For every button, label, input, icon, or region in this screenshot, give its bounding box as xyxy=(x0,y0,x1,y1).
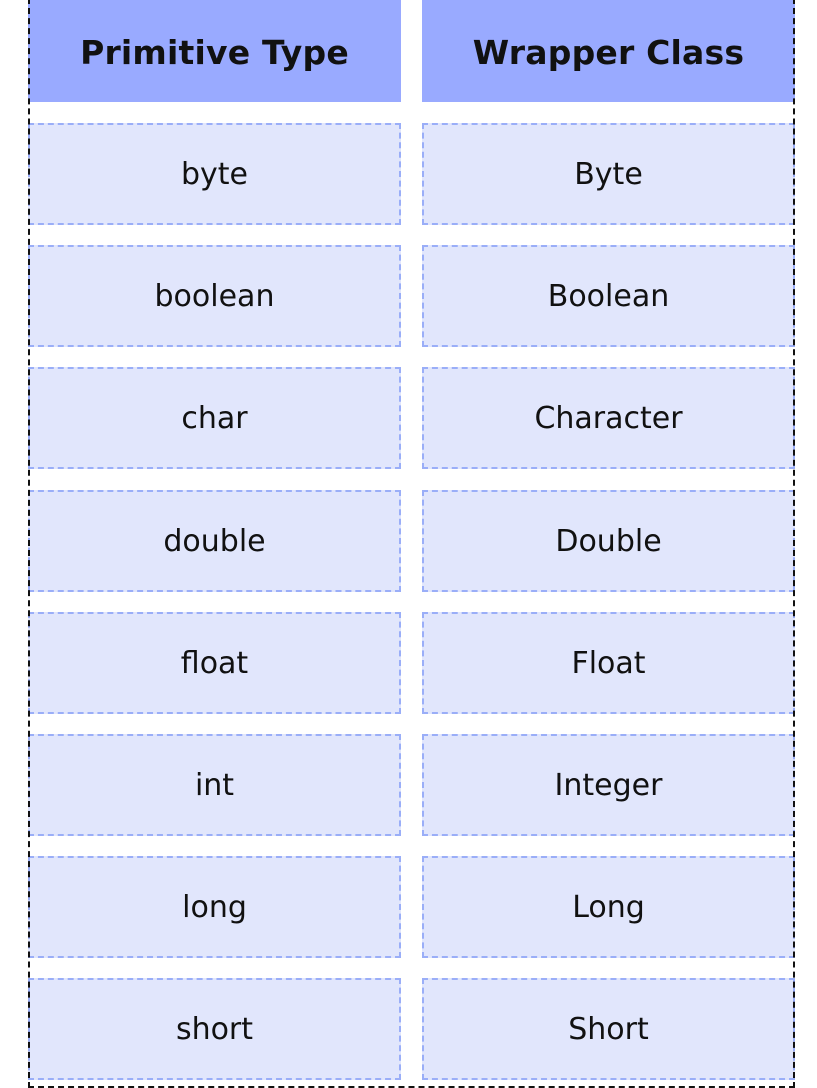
primitive-type-cell: float xyxy=(28,612,401,714)
primitive-type-cell: boolean xyxy=(28,245,401,347)
primitive-type-cell: byte xyxy=(28,123,401,225)
primitive-type-cell: long xyxy=(28,856,401,958)
primitive-type-cell: double xyxy=(28,490,401,592)
wrapper-class-cell: Long xyxy=(422,856,795,958)
wrapper-class-cell: Byte xyxy=(422,123,795,225)
wrapper-class-cell: Character xyxy=(422,367,795,469)
wrapper-class-cell: Boolean xyxy=(422,245,795,347)
primitive-type-cell: short xyxy=(28,978,401,1080)
wrapper-class-cell: Integer xyxy=(422,734,795,836)
primitive-type-cell: int xyxy=(28,734,401,836)
wrapper-class-cell: Short xyxy=(422,978,795,1080)
header-wrapper-class: Wrapper Class xyxy=(422,0,795,102)
primitive-wrapper-table: Primitive Type Wrapper Class byte Byte boo… xyxy=(28,0,795,1088)
wrapper-class-cell: Double xyxy=(422,490,795,592)
primitive-type-cell: char xyxy=(28,367,401,469)
wrapper-class-cell: Float xyxy=(422,612,795,714)
header-primitive-type: Primitive Type xyxy=(28,0,401,102)
